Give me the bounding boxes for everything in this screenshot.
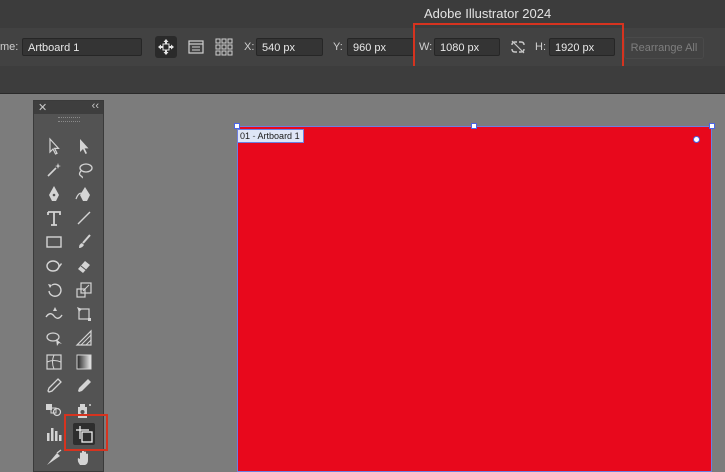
app-title: Adobe Illustrator 2024 <box>424 6 552 21</box>
artboard-tool-highlight-box <box>64 414 108 451</box>
eyedropper-measure-icon <box>78 379 91 392</box>
artboard-options-icon <box>188 40 204 54</box>
x-field[interactable]: 540 px <box>256 38 323 56</box>
y-label: Y: <box>333 41 343 53</box>
slice-icon <box>47 449 62 465</box>
paintbrush-icon <box>79 234 91 248</box>
selection-icon <box>49 137 60 155</box>
column-graph-tool-button[interactable] <box>43 423 65 445</box>
artboard-options-button[interactable] <box>185 36 207 58</box>
pen-tool-button[interactable] <box>43 183 65 205</box>
perspective-grid-tool-button[interactable] <box>73 327 95 349</box>
collapse-icon[interactable]: ‹‹ <box>92 100 99 112</box>
artboard-name-field[interactable]: Artboard 1 <box>22 38 142 56</box>
artboard-name-label: me: <box>0 41 19 53</box>
curvature-tool-button[interactable] <box>73 183 95 205</box>
tools-panel-header: ✕ ‹‹ <box>34 100 103 114</box>
artboard-center-point <box>693 136 700 143</box>
mesh-icon <box>46 354 62 370</box>
free-transform-icon <box>77 307 91 321</box>
line-segment-icon <box>77 211 91 225</box>
line-segment-tool-button[interactable] <box>73 207 95 229</box>
shaper-icon <box>46 260 62 272</box>
shape-builder-tool-button[interactable] <box>43 327 65 349</box>
lasso-icon <box>78 163 93 179</box>
width-tool-button[interactable] <box>43 303 65 325</box>
move-artwork-icon <box>158 39 174 55</box>
selection-tool-button[interactable] <box>43 135 65 157</box>
panel-grip[interactable] <box>58 117 80 122</box>
gradient-icon <box>76 354 92 370</box>
artboard-name-tag: 01 - Artboard 1 <box>237 129 304 143</box>
mesh-tool-button[interactable] <box>43 351 65 373</box>
scale-icon <box>76 282 92 298</box>
curvature-icon <box>75 187 90 201</box>
slice-tool-button[interactable] <box>43 447 65 469</box>
rotate-tool-button[interactable] <box>43 279 65 301</box>
magic-wand-tool-button[interactable] <box>43 159 65 181</box>
paintbrush-tool-button[interactable] <box>73 231 95 253</box>
pen-icon <box>49 186 59 201</box>
artboard-handle-top-right[interactable] <box>709 123 715 129</box>
document-tab-bar <box>0 66 725 94</box>
artboard-tag-name: Artboard 1 <box>257 131 300 141</box>
blend-tool-button[interactable] <box>43 399 65 421</box>
artboard-separator: - <box>252 131 256 141</box>
shape-builder-icon <box>46 332 62 346</box>
gradient-tool-button[interactable] <box>73 351 95 373</box>
close-icon[interactable]: ✕ <box>38 101 47 114</box>
eraser-tool-button[interactable] <box>73 255 95 277</box>
artboard[interactable] <box>237 126 712 472</box>
eraser-icon <box>78 261 90 273</box>
rectangle-tool-button[interactable] <box>43 231 65 253</box>
rotate-icon <box>48 283 62 297</box>
reference-point-button[interactable] <box>213 36 235 58</box>
blend-icon <box>46 404 62 417</box>
artboard-handle-top-middle[interactable] <box>471 123 477 129</box>
rearrange-all-button[interactable]: Rearrange All <box>624 37 704 59</box>
direct-selection-icon <box>80 139 89 154</box>
eyedropper-measure-tool-button[interactable] <box>73 375 95 397</box>
free-transform-tool-button[interactable] <box>73 303 95 325</box>
eyedropper-tool-button[interactable] <box>43 375 65 397</box>
shaper-tool-button[interactable] <box>43 255 65 277</box>
column-graph-icon <box>47 428 62 441</box>
lasso-tool-button[interactable] <box>73 159 95 181</box>
artboard-number: 01 <box>240 131 251 141</box>
perspective-grid-icon <box>75 329 92 346</box>
x-label: X: <box>244 41 255 53</box>
move-copy-artwork-button[interactable] <box>155 36 177 58</box>
direct-selection-tool-button[interactable] <box>73 135 95 157</box>
type-icon <box>47 211 61 226</box>
eyedropper-icon <box>47 378 62 393</box>
type-tool-button[interactable] <box>43 207 65 229</box>
rectangle-icon <box>46 236 62 248</box>
y-field[interactable]: 960 px <box>347 38 414 56</box>
width-icon <box>45 307 63 319</box>
scale-tool-button[interactable] <box>73 279 95 301</box>
magic-wand-icon <box>47 163 61 177</box>
reference-point-icon <box>215 38 233 56</box>
